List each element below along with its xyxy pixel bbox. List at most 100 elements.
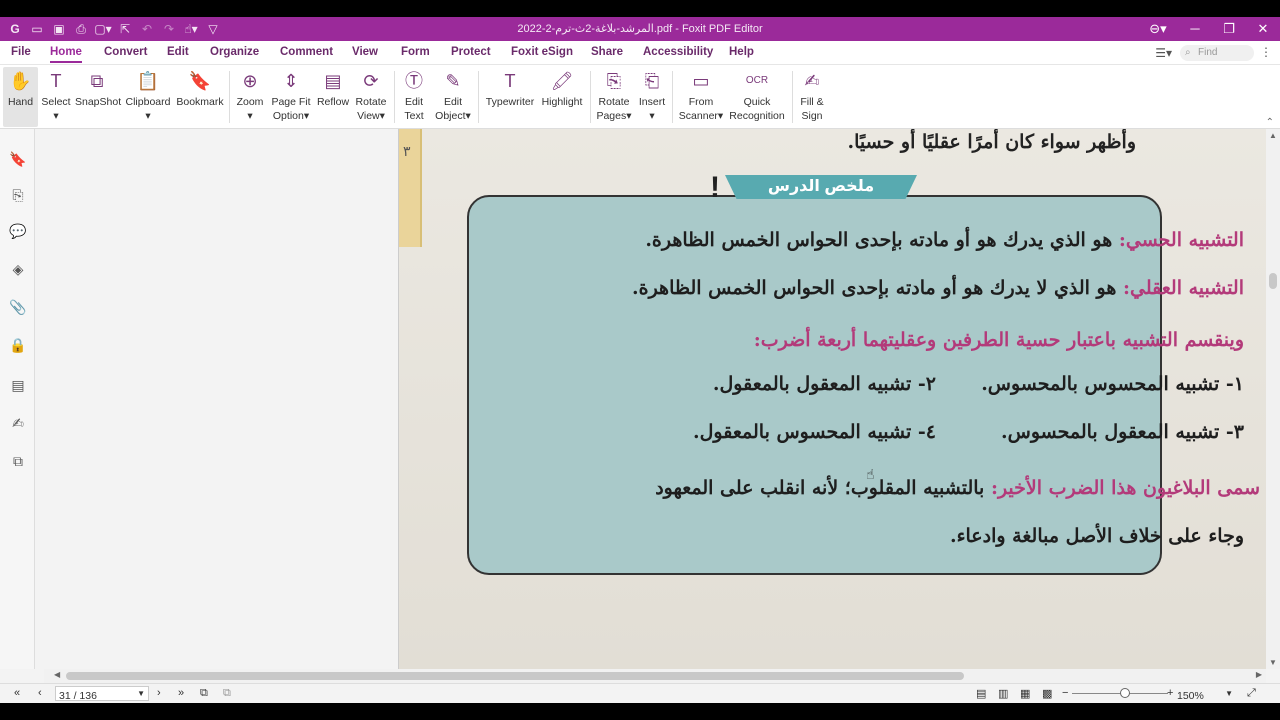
page-edge-tab: ٣	[399, 129, 422, 247]
last-page-icon[interactable]: »	[178, 687, 184, 699]
edit-object-button[interactable]: ✎ Edit Object▾	[433, 67, 473, 127]
content-panel-icon[interactable]: ⧉	[9, 453, 27, 470]
summary-line-5b: ٤- تشبيه المحسوس بالمعقول.	[693, 421, 936, 443]
quick-recognition-button[interactable]: OCR Quick Recognition	[728, 67, 786, 127]
snapshot-button[interactable]: ⧉ SnapShot	[75, 67, 121, 127]
highlight-button[interactable]: 🖍 Highlight	[539, 67, 585, 127]
menu-edit[interactable]: Edit	[167, 46, 189, 58]
menu-form[interactable]: Form	[401, 46, 430, 58]
reflow-button[interactable]: ▤ Reflow	[315, 67, 351, 127]
ocr-icon: OCR	[745, 75, 769, 86]
hand-tool-button[interactable]: ✋ Hand	[3, 67, 38, 127]
menu-accessibility[interactable]: Accessibility	[643, 46, 713, 58]
ribbon-separator	[590, 71, 591, 123]
security-panel-icon[interactable]: 🔒	[9, 337, 27, 354]
previous-page-icon[interactable]: ‹	[38, 687, 42, 699]
zoom-button[interactable]: ⊕ Zoom ▾	[234, 67, 266, 127]
menu-share[interactable]: Share	[591, 46, 623, 58]
rotate-view-button[interactable]: ⟳ Rotate View▾	[354, 67, 388, 127]
continuous-facing-icon[interactable]: ▩	[1042, 687, 1052, 700]
menu-file[interactable]: File	[11, 46, 31, 58]
comments-panel-icon[interactable]: 💬	[9, 223, 27, 240]
collapse-ribbon-icon[interactable]: ⌃	[1266, 117, 1274, 128]
fill-sign-button[interactable]: ✍ Fill & Sign	[797, 67, 827, 127]
menu-convert[interactable]: Convert	[104, 46, 147, 58]
single-page-icon[interactable]: ▤	[976, 687, 986, 700]
page-dropdown-icon[interactable]: ▼	[137, 687, 145, 700]
facing-page-icon[interactable]: ▦	[1020, 687, 1030, 700]
fullscreen-icon[interactable]: ⤢	[1247, 687, 1256, 700]
zoom-level-field[interactable]: 150% ▼	[1177, 686, 1239, 702]
more-options-icon[interactable]: ⋮	[1260, 45, 1272, 59]
foxit-app-window: G ▭ ▣ ⎙ ▢▾ ⇱ ↶ ↷ ☝▾ ▽ المرشد-بلاغة-2ث-تر…	[0, 17, 1280, 703]
minimize-button[interactable]: ─	[1178, 17, 1212, 41]
next-page-icon[interactable]: ›	[157, 687, 161, 699]
signature-panel-icon[interactable]: ✍	[9, 415, 27, 432]
side-panel	[35, 129, 399, 669]
edit-object-icon: ✎	[445, 71, 461, 91]
scroll-up-arrow-icon[interactable]: ▲	[1269, 131, 1277, 140]
page-number-input[interactable]: 31 / 136 ▼	[55, 686, 149, 702]
zoom-out-icon[interactable]: −	[1062, 687, 1068, 699]
scroll-down-arrow-icon[interactable]: ▼	[1269, 658, 1277, 667]
select-text-icon: T	[50, 71, 62, 91]
menu-bar: File Home Convert Edit Organize Comment …	[0, 41, 1280, 65]
previous-view-icon[interactable]: ⧉	[200, 687, 208, 700]
zoom-in-small-icon[interactable]: +	[1167, 687, 1173, 699]
attachments-panel-icon[interactable]: 📎	[9, 299, 27, 316]
from-scanner-button[interactable]: ▭ From Scanner▾	[678, 67, 724, 127]
title-bar: G ▭ ▣ ⎙ ▢▾ ⇱ ↶ ↷ ☝▾ ▽ المرشد-بلاغة-2ث-تر…	[0, 17, 1280, 41]
page-marker: ٣	[403, 143, 411, 159]
layers-panel-icon[interactable]: ◈	[9, 261, 27, 278]
continuous-page-icon[interactable]: ▥	[998, 687, 1008, 700]
horizontal-scrollbar[interactable]: ◀ ▶	[44, 669, 1266, 683]
restore-button[interactable]: ❐	[1212, 17, 1246, 41]
menu-foxit-esign[interactable]: Foxit eSign	[511, 46, 573, 58]
clipboard-button[interactable]: 📋 Clipboard ▾	[124, 67, 172, 127]
ribbon-separator	[792, 71, 793, 123]
top-line-text: وأظهر سواء كان أمرًا عقليًا أو حسيًا.	[847, 131, 1136, 153]
status-bar: « ‹ 31 / 136 ▼ › » ⧉ ⧉ ▤ ▥ ▦ ▩ − + 150% …	[0, 683, 1280, 703]
next-view-icon[interactable]: ⧉	[223, 687, 231, 700]
page-fit-option-button[interactable]: ⇕ Page Fit Option▾	[271, 67, 311, 127]
bookmark-panel-icon[interactable]: 🔖	[9, 151, 27, 168]
find-input[interactable]: ⌕ Find	[1180, 45, 1254, 61]
menu-comment[interactable]: Comment	[280, 46, 333, 58]
vertical-scroll-thumb[interactable]	[1269, 273, 1277, 289]
edit-text-icon: Ⓣ	[405, 71, 423, 91]
scanner-icon: ▭	[692, 71, 710, 91]
select-tool-button[interactable]: T Select ▾	[40, 67, 72, 127]
menu-view[interactable]: View	[352, 46, 378, 58]
find-placeholder: Find	[1198, 47, 1218, 58]
first-page-icon[interactable]: «	[14, 687, 20, 699]
window-title: المرشد-بلاغة-2ث-ترم-2-2022.pdf - Foxit P…	[517, 23, 763, 35]
vertical-scrollbar[interactable]: ▲ ▼	[1266, 129, 1280, 669]
summary-line-5a: ٣- تشبيه المعقول بالمحسوس.	[1001, 421, 1244, 443]
zoom-dropdown-icon[interactable]: ▼	[1225, 686, 1233, 701]
menu-home[interactable]: Home	[50, 46, 82, 63]
navigation-sidebar: 🔖 ⎘ 💬 ◈ 📎 🔒 ▤ ✍ ⧉ ▶	[0, 129, 45, 669]
zoom-slider-knob[interactable]	[1120, 688, 1130, 698]
horizontal-scroll-thumb[interactable]	[66, 672, 964, 680]
edit-text-button[interactable]: Ⓣ Edit Text	[400, 67, 428, 127]
close-button[interactable]: ✕	[1246, 17, 1280, 41]
reflow-icon: ▤	[324, 71, 342, 91]
scroll-right-arrow-icon[interactable]: ▶	[1256, 670, 1262, 679]
summary-badge: ملخص الدرس	[725, 175, 917, 199]
typewriter-button[interactable]: T Typewriter	[484, 67, 536, 127]
insert-button[interactable]: ⎗ Insert ▾	[637, 67, 667, 127]
menu-help[interactable]: Help	[729, 46, 754, 58]
scroll-left-arrow-icon[interactable]: ◀	[54, 670, 60, 679]
menu-organize[interactable]: Organize	[210, 46, 259, 58]
document-view[interactable]: ٣ وأظهر سواء كان أمرًا عقليًا أو حسيًا. …	[399, 129, 1266, 669]
menu-protect[interactable]: Protect	[451, 46, 491, 58]
bookmark-button[interactable]: 🔖 Bookmark	[176, 67, 224, 127]
account-icon[interactable]: ⊖▾	[1138, 17, 1178, 41]
document-panel-icon[interactable]: ▤	[9, 377, 27, 394]
dropdown-arrow-icon: ▾	[145, 110, 151, 122]
rotate-pages-label-2: Pages▾	[596, 110, 632, 122]
pages-panel-icon[interactable]: ⎘	[9, 187, 27, 204]
dropdown-arrow-icon: ▾	[53, 110, 59, 122]
rotate-pages-button[interactable]: ⎘ Rotate Pages▾	[596, 67, 632, 127]
search-options-icon[interactable]: ☰▾	[1155, 46, 1172, 60]
